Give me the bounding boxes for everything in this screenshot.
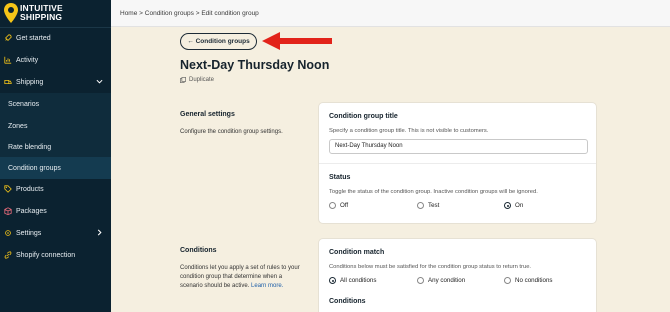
sidebar: INTUITIVE SHIPPING Get started Activity …	[0, 0, 111, 312]
gear-icon	[4, 229, 12, 237]
radio-label: On	[515, 202, 524, 209]
condition-group-title-input[interactable]: Next-Day Thursday Noon	[329, 139, 588, 154]
general-settings-card: Condition group title Specify a conditio…	[318, 102, 597, 224]
radio-circle-checked	[504, 202, 511, 209]
conditions-heading: Conditions	[180, 247, 217, 254]
sidebar-item-packages[interactable]: Packages	[0, 200, 111, 222]
sidebar-item-label: Shopify connection	[16, 251, 76, 259]
general-settings-description: Configure the condition group settings.	[180, 129, 283, 135]
conditions-list-label: Conditions	[329, 298, 366, 305]
radio-circle-checked	[329, 277, 336, 284]
learn-more-link[interactable]: Learn more.	[251, 283, 283, 289]
sidebar-item-label: Get started	[16, 34, 51, 42]
sidebar-item-label: Settings	[16, 229, 42, 237]
page-title: Next-Day Thursday Noon	[180, 58, 330, 72]
radio-circle	[329, 202, 336, 209]
sidebar-item-condition-groups[interactable]: Condition groups	[0, 157, 111, 179]
location-pin-icon	[4, 3, 18, 23]
brand-line2: SHIPPING	[20, 12, 63, 22]
status-radio-off[interactable]: Off	[329, 202, 348, 209]
radio-circle	[504, 277, 511, 284]
status-help: Toggle the status of the condition group…	[329, 189, 538, 195]
back-to-condition-groups-button[interactable]: ← Condition groups	[180, 33, 257, 50]
general-settings-heading: General settings	[180, 111, 235, 118]
rocket-icon	[4, 34, 12, 42]
breadcrumb-condition-groups[interactable]: Condition groups	[145, 10, 194, 17]
back-button-label: ← Condition groups	[187, 38, 250, 45]
sidebar-item-scenarios[interactable]: Scenarios	[0, 93, 111, 115]
match-radio-all[interactable]: All conditions	[329, 277, 376, 284]
duplicate-button[interactable]: Duplicate	[180, 77, 214, 83]
sidebar-item-activity[interactable]: Activity	[0, 49, 111, 71]
sidebar-item-label: Zones	[8, 122, 28, 130]
condition-group-title-label: Condition group title	[329, 113, 398, 120]
red-arrow-annotation	[262, 32, 332, 50]
chart-icon	[4, 56, 12, 64]
logo-text: INTUITIVE SHIPPING	[20, 4, 63, 22]
truck-icon	[4, 78, 12, 86]
sidebar-item-shipping[interactable]: Shipping	[0, 71, 111, 93]
conditions-description: Conditions let you apply a set of rules …	[180, 264, 305, 291]
breadcrumb-current: Edit condition group	[201, 10, 259, 17]
copy-icon	[180, 77, 186, 83]
chevron-right-icon	[97, 229, 102, 236]
sidebar-item-shopify-connection[interactable]: Shopify connection	[0, 244, 111, 266]
breadcrumb: Home > Condition groups > Edit condition…	[120, 10, 259, 17]
radio-label: Any condition	[428, 277, 466, 284]
sidebar-item-label: Packages	[16, 207, 47, 215]
breadcrumb-separator: >	[137, 10, 145, 17]
sidebar-item-products[interactable]: Products	[0, 178, 111, 200]
sidebar-item-label: Shipping	[16, 78, 44, 86]
chevron-down-icon	[96, 79, 103, 84]
condition-match-label: Condition match	[329, 249, 385, 256]
condition-group-title-help: Specify a condition group title. This is…	[329, 128, 489, 134]
radio-circle	[417, 202, 424, 209]
sidebar-item-label: Activity	[16, 56, 39, 64]
sidebar-item-settings[interactable]: Settings	[0, 222, 111, 244]
radio-label: No conditions	[515, 277, 553, 284]
status-radio-on[interactable]: On	[504, 202, 523, 209]
duplicate-label: Duplicate	[189, 77, 215, 83]
sidebar-item-rate-blending[interactable]: Rate blending	[0, 136, 111, 158]
match-radio-none[interactable]: No conditions	[504, 277, 553, 284]
sidebar-item-label: Scenarios	[8, 100, 40, 108]
sidebar-item-label: Products	[16, 185, 44, 193]
status-label: Status	[329, 174, 351, 181]
box-icon	[4, 207, 12, 215]
radio-label: Test	[428, 202, 440, 209]
condition-match-help: Conditions below must be satisfied for t…	[329, 264, 532, 270]
conditions-card: Condition match Conditions below must be…	[318, 238, 597, 312]
sidebar-item-get-started[interactable]: Get started	[0, 27, 111, 49]
card-divider	[319, 163, 596, 164]
radio-label: Off	[340, 202, 349, 209]
sidebar-item-zones[interactable]: Zones	[0, 115, 111, 137]
logo[interactable]: INTUITIVE SHIPPING	[4, 3, 108, 25]
breadcrumb-home[interactable]: Home	[120, 10, 137, 17]
radio-label: All conditions	[340, 277, 377, 284]
match-radio-any[interactable]: Any condition	[417, 277, 465, 284]
sidebar-item-label: Condition groups	[8, 164, 61, 172]
status-radio-test[interactable]: Test	[417, 202, 439, 209]
top-bar: Home > Condition groups > Edit condition…	[111, 0, 670, 27]
radio-circle	[417, 277, 424, 284]
tag-icon	[4, 185, 12, 193]
sidebar-item-label: Rate blending	[8, 143, 52, 151]
link-icon	[4, 251, 12, 259]
